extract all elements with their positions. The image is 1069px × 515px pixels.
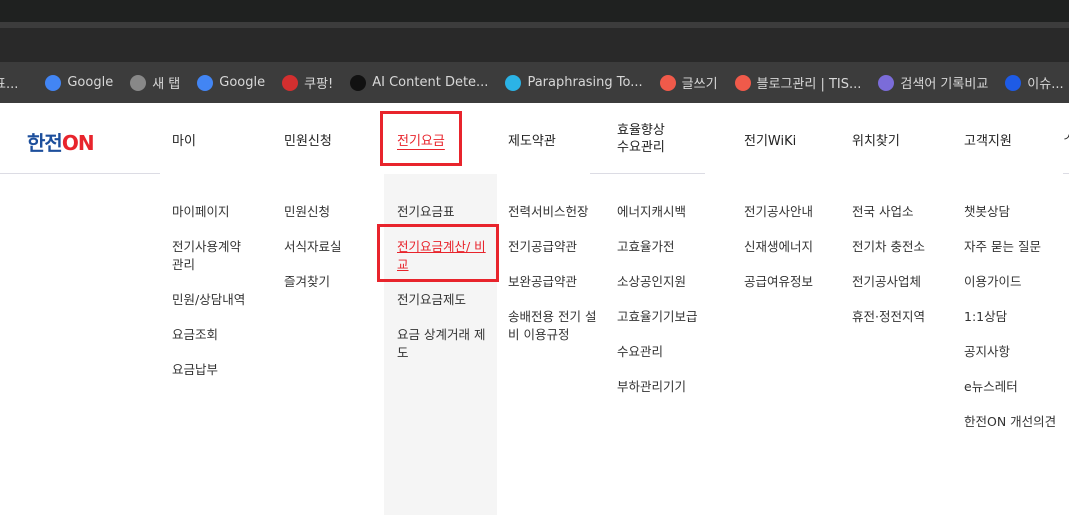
bookmark-label: Google	[67, 75, 114, 90]
google-icon	[45, 74, 62, 91]
coupang-icon	[282, 74, 299, 91]
divider	[590, 173, 705, 174]
address-bar-area	[0, 28, 1069, 62]
nav-item[interactable]: 전기WiKi	[744, 130, 796, 149]
tistory-icon	[659, 74, 676, 91]
nav-item[interactable]: 전기요금	[397, 130, 445, 149]
submenu-item[interactable]: 전기차 충전소	[852, 238, 952, 256]
submenu-item[interactable]: 한전ON 개선의견	[964, 413, 1064, 431]
submenu-item[interactable]: 보완공급약관	[508, 273, 603, 291]
bookmark-label: 표...	[0, 77, 19, 92]
nav-item-more[interactable]: ᄉ	[1063, 130, 1069, 149]
submenu-item[interactable]: 송배전용 전기 설비 이용규정	[508, 308, 603, 344]
bookmark-label: AI Content Dete...	[372, 75, 489, 90]
bookmark-item[interactable]: AI Content Dete...	[350, 74, 489, 91]
bookmark-label: 글쓰기	[681, 77, 718, 92]
bookmark-item[interactable]: 이슈...	[1005, 73, 1064, 92]
bookmark-item[interactable]: 블로그관리 | TIS...	[734, 73, 862, 92]
globe-icon	[130, 74, 147, 91]
nav-item[interactable]: 효율향상 수요관리	[617, 122, 665, 156]
submenu-item[interactable]: 전력서비스헌장	[508, 203, 603, 221]
bookmark-label: 검색어 기록비교	[900, 77, 989, 92]
z-icon	[1005, 74, 1022, 91]
submenu-item[interactable]: 에너지캐시백	[617, 203, 717, 221]
submenu-item[interactable]: 전기공급약관	[508, 238, 603, 256]
w-icon	[350, 74, 367, 91]
google-icon	[197, 74, 214, 91]
bookmark-item[interactable]: 검색어 기록비교	[878, 73, 988, 92]
bookmark-item[interactable]: 표...	[0, 73, 18, 92]
divider	[1063, 173, 1069, 174]
bookmark-label: Paraphrasing To...	[527, 75, 643, 90]
bookmark-item[interactable]: 쿠팡!	[282, 73, 333, 92]
submenu-item[interactable]: 수요관리	[617, 343, 717, 361]
bookmark-label: Google	[219, 75, 266, 90]
logo-on: ON	[61, 131, 95, 155]
bookmarks-bar: 표... Google 새 탭 Google 쿠팡! AI Content Dete...…	[0, 62, 1069, 103]
submenu-item[interactable]: 고효율가전	[617, 238, 717, 256]
bookmark-label: 쿠팡!	[304, 77, 334, 92]
bookmark-item[interactable]: Google	[197, 74, 266, 91]
c-icon	[505, 74, 522, 91]
submenu-item[interactable]: 챗봇상담	[964, 203, 1064, 221]
submenu-item[interactable]: 전기요금제도	[397, 291, 487, 309]
nav-item[interactable]: 제도약관	[508, 130, 556, 149]
bookmark-label: 블로그관리 | TIS...	[756, 77, 862, 92]
submenu-item[interactable]: 부하관리기기	[617, 378, 717, 396]
submenu-item[interactable]: 요금 상계거래 제도	[397, 326, 487, 362]
submenu-item[interactable]: e뉴스레터	[964, 378, 1064, 396]
submenu-item[interactable]: 요금납부	[172, 361, 272, 379]
bookmark-label: 새 탭	[152, 77, 181, 92]
submenu-item[interactable]: 마이페이지	[172, 203, 272, 221]
submenu-item[interactable]: 공급여유정보	[744, 273, 844, 291]
bookmark-label: 이슈...	[1027, 77, 1064, 92]
submenu-item[interactable]: 서식자료실	[284, 238, 384, 256]
submenu-item[interactable]: 소상공인지원	[617, 273, 717, 291]
nav-item[interactable]: 민원신청	[284, 130, 332, 149]
rabbit-icon	[878, 74, 895, 91]
submenu-item[interactable]: 전국 사업소	[852, 203, 952, 221]
tistory-icon	[734, 74, 751, 91]
nav-item[interactable]: 고객지원	[964, 130, 1012, 149]
submenu-item[interactable]: 전기사용계약 관리	[172, 238, 254, 274]
submenu-item[interactable]: 전기공사안내	[744, 203, 844, 221]
window-titlebar	[0, 0, 1069, 22]
nav-item[interactable]: 마이	[172, 130, 196, 149]
bookmark-item[interactable]: 새 탭	[130, 73, 180, 92]
submenu-item[interactable]: 민원신청	[284, 203, 384, 221]
bookmark-item[interactable]: Google	[45, 74, 114, 91]
submenu-item[interactable]: 민원/상담내역	[172, 291, 272, 309]
bookmark-item[interactable]: Paraphrasing To...	[505, 74, 643, 91]
kepco-on-logo[interactable]: 한전ON	[27, 127, 95, 156]
submenu-item[interactable]: 이용가이드	[964, 273, 1064, 291]
submenu-item[interactable]: 즐겨찾기	[284, 273, 384, 291]
submenu-item[interactable]: 전기요금표	[397, 203, 487, 221]
submenu-item[interactable]: 휴전·정전지역	[852, 308, 952, 326]
submenu-item[interactable]: 자주 묻는 질문	[964, 238, 1064, 256]
submenu-item[interactable]: 전기공사업체	[852, 273, 952, 291]
logo-text: 한전	[27, 131, 63, 155]
nav-item[interactable]: 위치찾기	[852, 130, 900, 149]
submenu-item[interactable]: 요금조회	[172, 326, 272, 344]
submenu-item[interactable]: 공지사항	[964, 343, 1064, 361]
submenu-item[interactable]: 신재생에너지	[744, 238, 844, 256]
submenu-item[interactable]: 전기요금계산/ 비교	[397, 238, 487, 274]
submenu-item[interactable]: 1:1상담	[964, 308, 1064, 326]
submenu-item[interactable]: 고효율기기보급	[617, 308, 717, 326]
divider	[0, 173, 160, 174]
bookmark-item[interactable]: 글쓰기	[659, 73, 718, 92]
